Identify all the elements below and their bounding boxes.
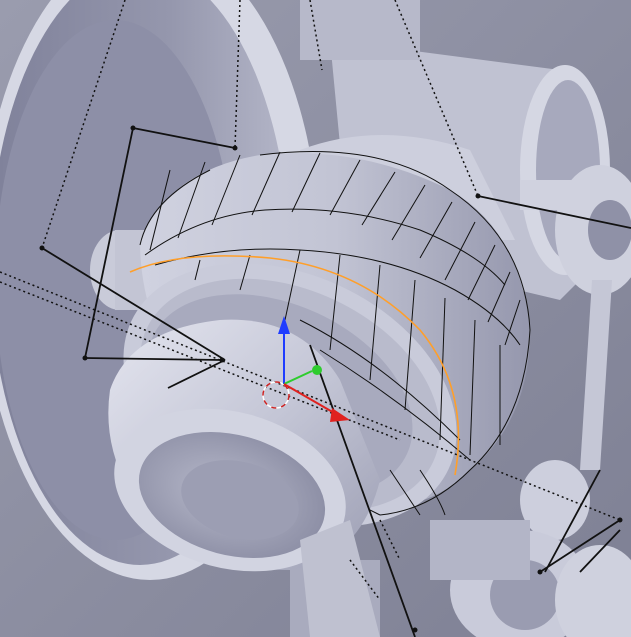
3d-viewport[interactable] bbox=[0, 0, 631, 637]
y-axis-arrow-icon[interactable] bbox=[312, 365, 322, 375]
viewport-canvas[interactable] bbox=[0, 0, 631, 637]
